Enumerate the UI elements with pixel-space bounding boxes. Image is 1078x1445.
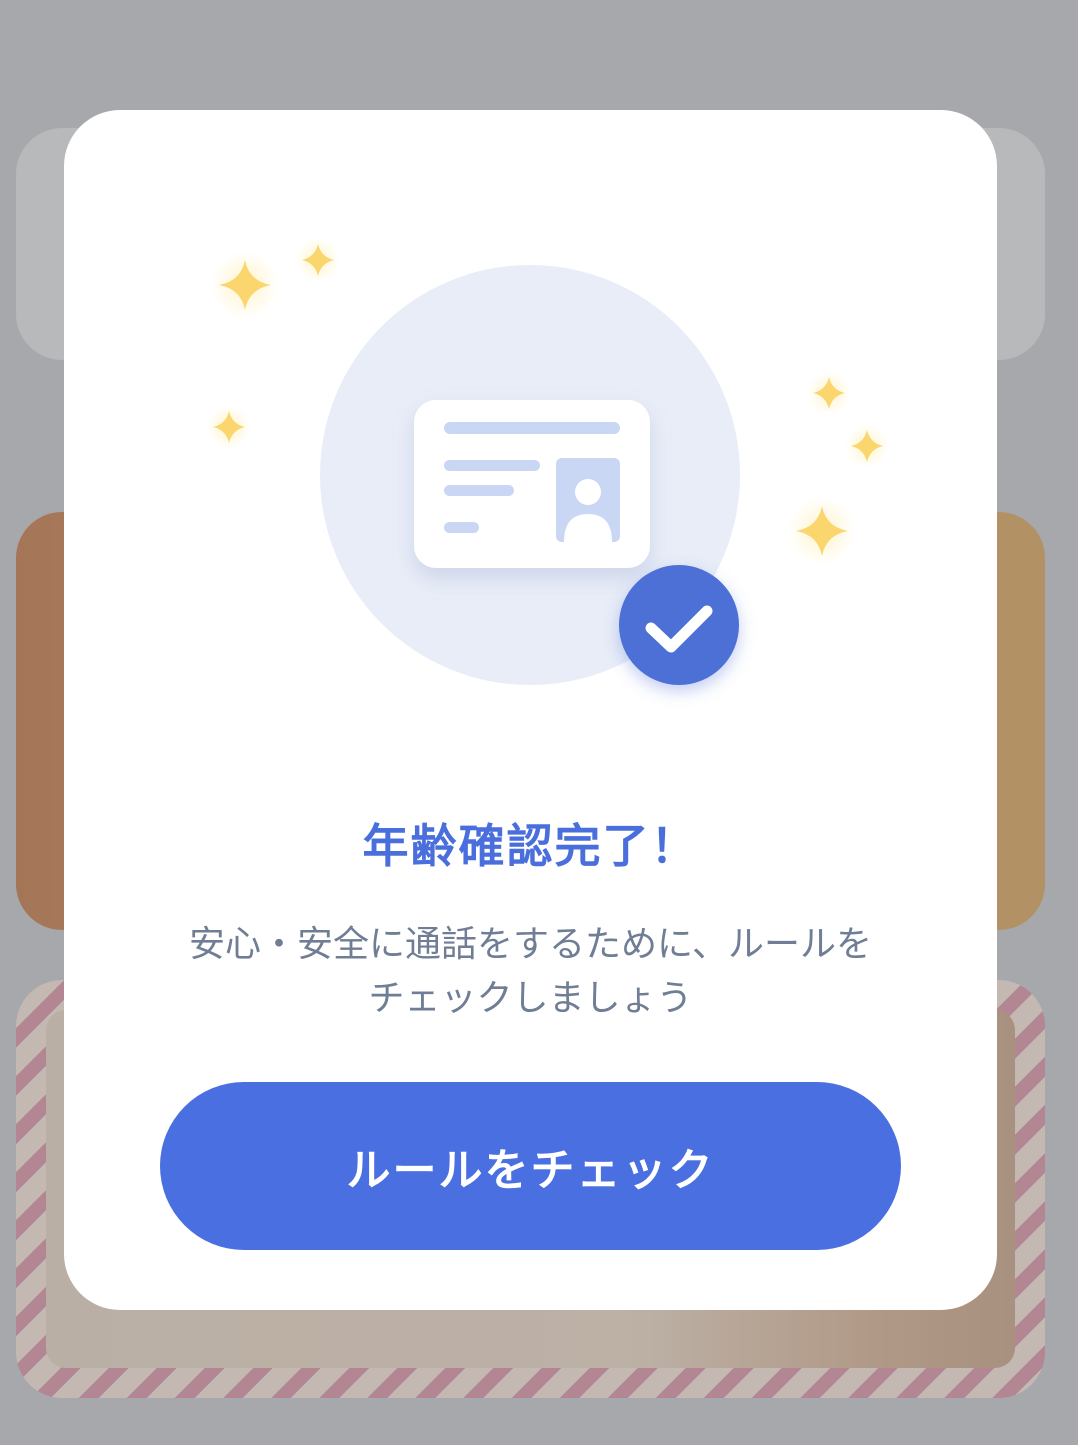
- sparkle-icon: [296, 238, 340, 282]
- sparkle-icon: [845, 424, 889, 468]
- sparkle-icon: [788, 497, 856, 565]
- sparkle-icon: [211, 251, 279, 319]
- dialog-title: 年齢確認完了！: [362, 819, 699, 873]
- verified-check-icon: [619, 565, 739, 685]
- sparkle-icon: [807, 371, 851, 415]
- sparkle-icon: [207, 405, 251, 449]
- check-rules-button[interactable]: ルールをチェック: [160, 1082, 901, 1250]
- verification-illustration: [207, 238, 889, 685]
- screen: 年齢確認完了！ 安心・安全に通話をするために、ルールをチェックしましょう ルール…: [0, 0, 1078, 1445]
- dialog-message: 安心・安全に通話をするために、ルールをチェックしましょう: [189, 924, 872, 1019]
- age-verification-dialog: 年齢確認完了！ 安心・安全に通話をするために、ルールをチェックしましょう ルール…: [64, 110, 997, 1310]
